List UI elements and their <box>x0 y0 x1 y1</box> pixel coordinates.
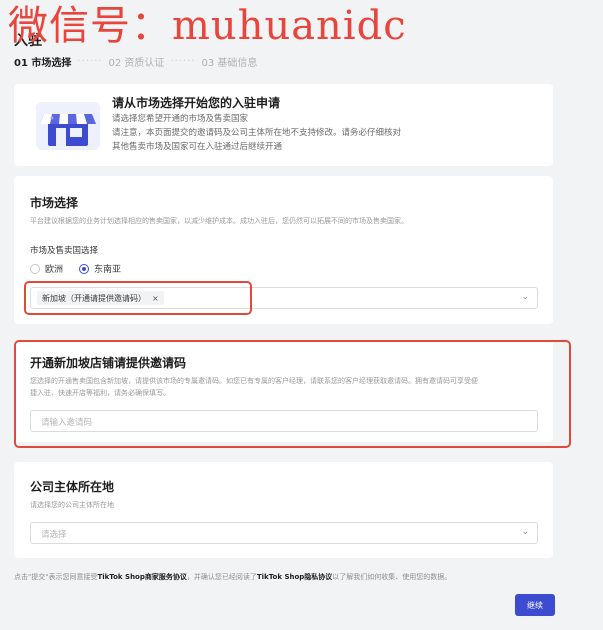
radio-label: 欧洲 <box>45 265 64 275</box>
invite-description: 您选择的开通售卖国包含新加坡，请提供该市场的专属邀请码。如您已有专属的客户经理，… <box>30 377 478 385</box>
tag-label: 新加坡（开通请提供邀请码） <box>42 293 146 303</box>
step-indicator: 01 市场选择 ······ 02 资质认证 ······ 03 基础信息 <box>14 54 257 69</box>
step-2: 02 资质认证 <box>108 58 165 69</box>
invite-code-card: 开通新加坡店铺请提供邀请码 您选择的开通售卖国包含新加坡，请提供该市场的专属邀请… <box>14 340 553 442</box>
intro-title: 请从市场选择开始您的入驻申请 <box>112 96 281 110</box>
intro-line: 请选择您希望开通的市场及售卖国家 <box>112 114 249 124</box>
intro-line: 请注意，本页面提交的邀请码及公司主体所在地不支持修改。请务必仔细核对 <box>112 128 402 138</box>
step-separator: ······ <box>77 56 103 67</box>
invite-description: 捷入驻、快速开店等福利，请务必确保填写。 <box>30 389 170 397</box>
radio-circle <box>30 263 40 274</box>
chevron-down-icon[interactable]: ⌄ <box>521 292 529 302</box>
company-location-select[interactable]: 请选择 ⌄ <box>30 522 538 544</box>
radio-europe[interactable]: 欧洲 <box>30 262 63 275</box>
merchant-agreement-link[interactable]: TikTok Shop商家服务协议 <box>97 573 186 581</box>
intro-line: 其他售卖市场及国家可在入驻通过后继续开通 <box>112 142 283 152</box>
market-subtitle: 平台建议根据您的业务计划选择相应的售卖国家，以减少维护成本。成功入驻后，您仍然可… <box>30 217 408 225</box>
agreement-suffix: 以了解我们如何收集、使用您的数据。 <box>332 573 452 581</box>
country-select[interactable]: 新加坡（开通请提供邀请码） × ⌄ <box>30 287 538 309</box>
radio-label: 东南亚 <box>94 265 122 275</box>
radio-circle-selected <box>79 263 90 274</box>
step-1: 01 市场选择 <box>14 58 72 69</box>
intro-description: 请选择您希望开通的市场及售卖国家 请注意，本页面提交的邀请码及公司主体所在地不支… <box>112 112 532 154</box>
company-title: 公司主体所在地 <box>30 480 115 494</box>
storefront-icon <box>36 102 100 150</box>
company-placeholder: 请选择 <box>41 530 67 540</box>
close-icon[interactable]: × <box>152 294 159 303</box>
radio-southeast-asia[interactable]: 东南亚 <box>79 262 121 275</box>
agreement-note: 点击"提交"表示您同意接受TikTok Shop商家服务协议，并确认您已经阅读了… <box>14 572 451 582</box>
market-field-label: 市场及售卖国选择 <box>30 246 99 256</box>
chevron-down-icon[interactable]: ⌄ <box>521 527 529 537</box>
invite-title: 开通新加坡店铺请提供邀请码 <box>30 356 187 370</box>
continue-button[interactable]: 继续 <box>515 594 555 616</box>
agreement-middle: ，并确认您已经阅读了 <box>186 573 257 581</box>
agreement-prefix: 点击"提交"表示您同意接受 <box>14 573 98 581</box>
market-selection-card: 市场选择 平台建议根据您的业务计划选择相应的售卖国家，以减少维护成本。成功入驻后… <box>14 176 553 324</box>
invite-code-input[interactable]: 请输入邀请码 <box>30 410 538 432</box>
market-radio-group: 欧洲 东南亚 <box>30 262 121 275</box>
invite-placeholder: 请输入邀请码 <box>41 418 93 428</box>
selected-country-tag: 新加坡（开通请提供邀请码） × <box>37 291 164 305</box>
watermark-text: 微信号：muhuanidc <box>8 3 407 49</box>
company-location-card: 公司主体所在地 请选择您的公司主体所在地 请选择 ⌄ <box>14 462 553 558</box>
step-separator: ······ <box>170 56 196 67</box>
intro-card: 请从市场选择开始您的入驻申请 请选择您希望开通的市场及售卖国家 请注意，本页面提… <box>14 84 553 166</box>
privacy-policy-link[interactable]: TikTok Shop隐私协议 <box>257 573 332 581</box>
market-title: 市场选择 <box>30 196 79 210</box>
step-3: 03 基础信息 <box>201 58 258 69</box>
company-subtitle: 请选择您的公司主体所在地 <box>30 501 114 509</box>
